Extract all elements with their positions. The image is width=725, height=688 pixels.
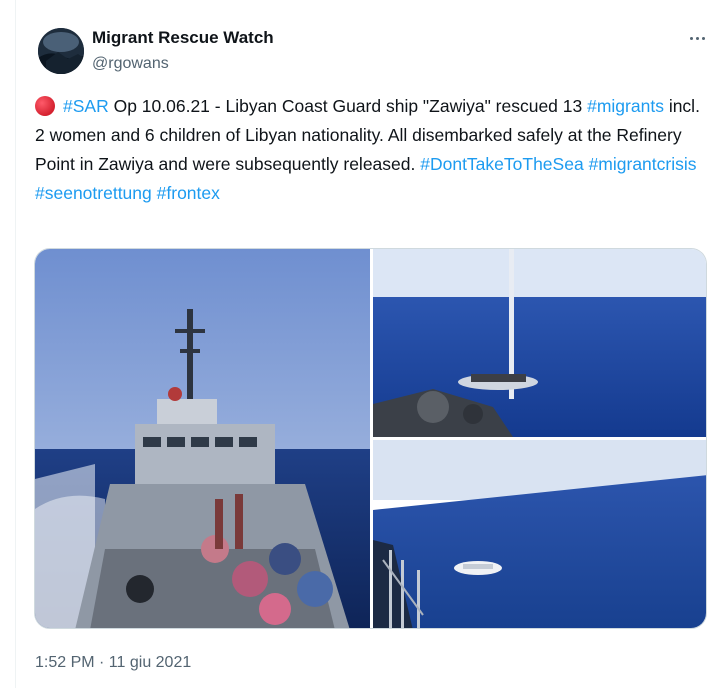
tweet-text: #SAR Op 10.06.21 - Libyan Coast Guard sh… xyxy=(35,92,705,208)
hashtag-link[interactable]: #frontex xyxy=(157,183,220,203)
author-handle[interactable]: @rgowans xyxy=(92,55,169,73)
hashtag-link[interactable]: #migrantcrisis xyxy=(589,154,697,174)
author-name[interactable]: Migrant Rescue Watch xyxy=(92,28,274,48)
coast-guard-ship-deck-photo[interactable] xyxy=(35,249,370,628)
red-circle-icon xyxy=(35,96,55,116)
media-grid[interactable] xyxy=(34,248,707,629)
small-boat-distant-photo[interactable] xyxy=(373,440,706,628)
avatar[interactable] xyxy=(38,28,84,74)
hashtag-link[interactable]: #migrants xyxy=(587,96,664,116)
tweet-timestamp[interactable]: 1:52 PM · 11 giu 2021 xyxy=(35,654,191,672)
tweet-text-segment: Op 10.06.21 - Libyan Coast Guard ship "Z… xyxy=(108,96,588,116)
hashtag-link[interactable]: #DontTakeToTheSea xyxy=(420,154,583,174)
avatar-image xyxy=(38,28,84,74)
hashtag-link[interactable]: #seenotrettung xyxy=(35,183,152,203)
hashtag-link[interactable]: #SAR xyxy=(63,96,109,116)
more-horizontal-icon[interactable] xyxy=(684,28,710,48)
rubber-boat-at-sea-photo[interactable] xyxy=(373,249,706,437)
